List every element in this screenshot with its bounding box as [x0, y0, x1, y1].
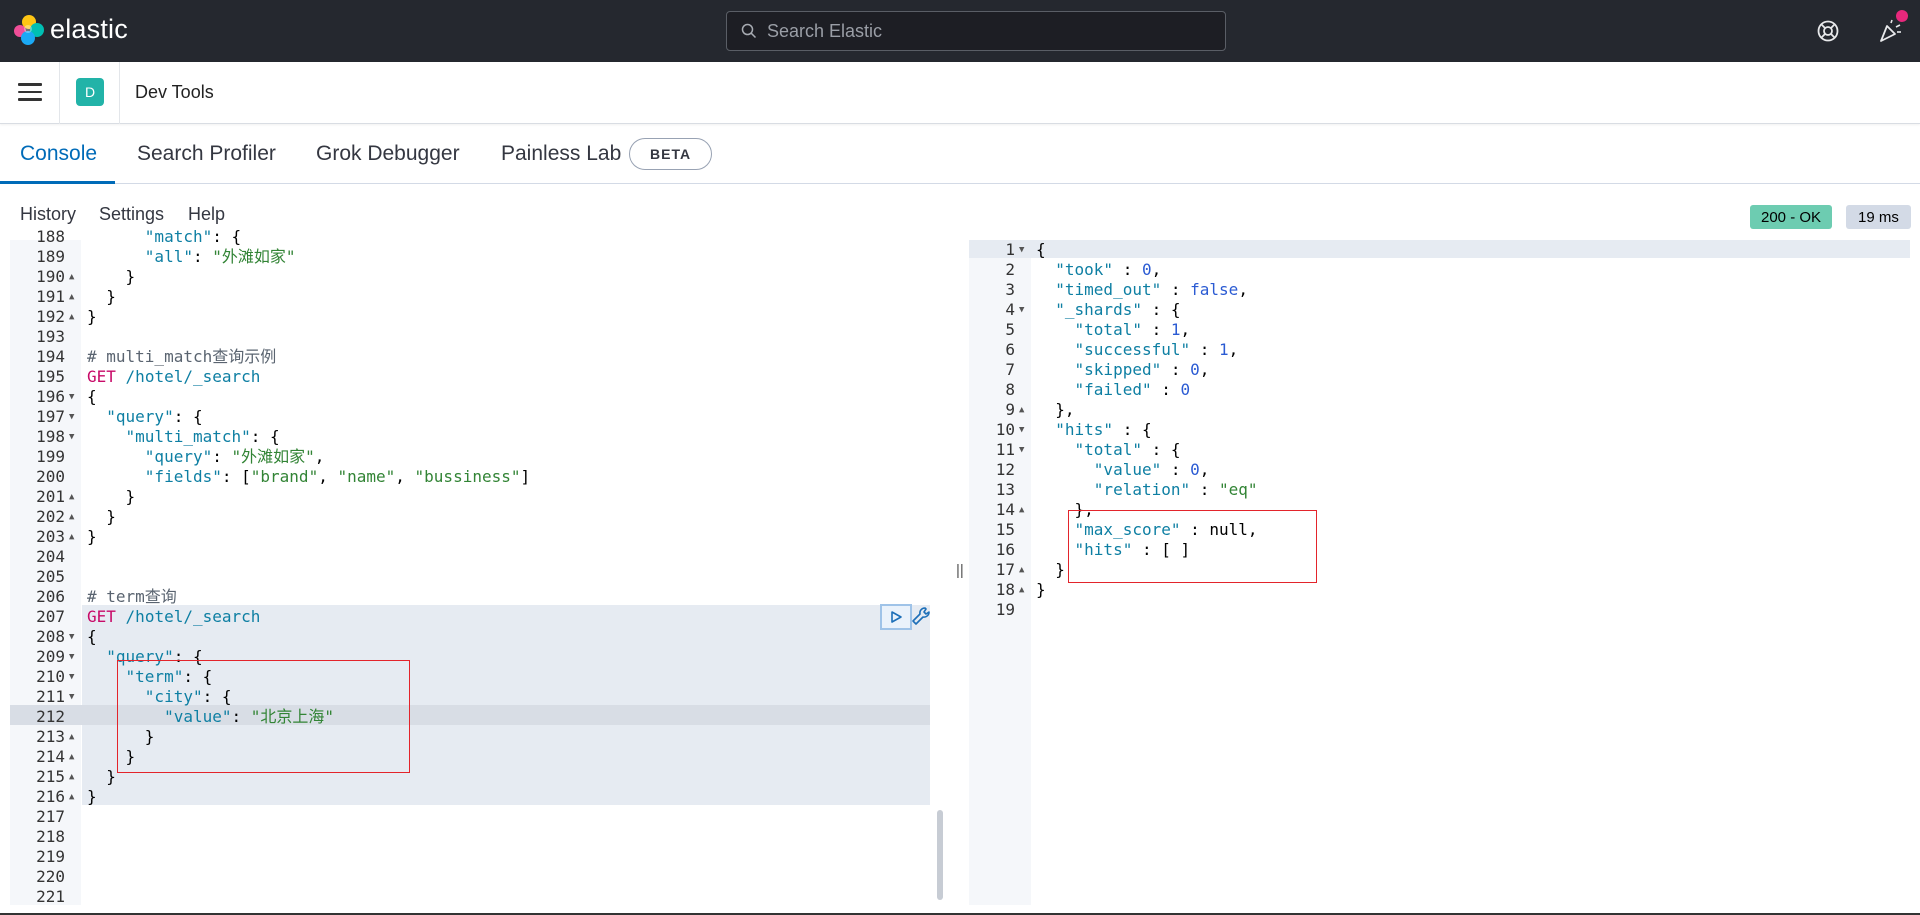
settings-link[interactable]: Settings: [99, 204, 164, 225]
help-link[interactable]: Help: [188, 204, 225, 225]
search-icon: [741, 23, 757, 39]
fold-open-icon[interactable]: ▼: [1019, 420, 1024, 440]
console-editors: 188 "match": {189 "all": "外滩如家" 190 ▲ } 191…: [0, 227, 1920, 915]
fold-close-icon[interactable]: ▲: [1019, 400, 1024, 420]
code-line[interactable]: "relation" : "eq": [1036, 480, 1258, 500]
code-line[interactable]: "timed_out" : false,: [1036, 280, 1248, 300]
tab-console[interactable]: Console: [20, 142, 97, 166]
code-line[interactable]: }: [1036, 560, 1065, 580]
code-line[interactable]: "failed" : 0: [1036, 380, 1191, 400]
line-number: 3: [1005, 280, 1015, 299]
line-number: 4: [1005, 300, 1015, 319]
history-link[interactable]: History: [20, 204, 76, 225]
space-avatar[interactable]: D: [76, 78, 104, 106]
help-lifebuoy-icon[interactable]: [1816, 19, 1840, 43]
hamburger-menu-icon[interactable]: [18, 83, 42, 103]
search-input[interactable]: [767, 20, 1207, 42]
line-number: 2: [1005, 260, 1015, 279]
line-number: 17: [995, 560, 1015, 579]
elastic-logo[interactable]: elastic: [14, 14, 128, 45]
code-line[interactable]: "value" : 0,: [1036, 460, 1210, 480]
line-number: 9: [1005, 400, 1015, 419]
code-line[interactable]: },: [1036, 400, 1074, 420]
divider: [119, 62, 120, 124]
line-number: 8: [1005, 380, 1015, 399]
code-line[interactable]: "_shards" : {: [1036, 300, 1180, 320]
line-number: 7: [1005, 360, 1015, 379]
elastic-logo-icon: [14, 14, 44, 45]
divider: [59, 62, 60, 124]
line-number: 18: [995, 580, 1015, 599]
global-search[interactable]: [726, 11, 1226, 51]
line-number: 13: [995, 480, 1015, 499]
line-number: 19: [995, 600, 1015, 619]
line-number: 12: [995, 460, 1015, 479]
line-number: 14: [995, 500, 1015, 519]
code-line[interactable]: "skipped" : 0,: [1036, 360, 1210, 380]
code-line[interactable]: "hits" : {: [1036, 420, 1151, 440]
line-number: 1: [1005, 240, 1015, 259]
code-line[interactable]: "total" : 1,: [1036, 320, 1191, 340]
brand-name: elastic: [50, 14, 128, 44]
highlight-box-hits: [1068, 510, 1317, 583]
code-line[interactable]: "took" : 0,: [1036, 260, 1161, 280]
request-time-badge: 19 ms: [1846, 205, 1911, 229]
code-line[interactable]: }: [1036, 580, 1046, 600]
breadcrumb-bar: D Dev Tools: [0, 62, 1920, 124]
status-badge: 200 - OK: [1750, 205, 1833, 229]
fold-close-icon[interactable]: ▲: [1019, 500, 1024, 520]
line-number: 6: [1005, 340, 1015, 359]
global-header: elastic: [0, 0, 1920, 62]
fold-open-icon[interactable]: ▼: [1019, 300, 1024, 320]
line-number: 5: [1005, 320, 1015, 339]
line-number: 10: [995, 420, 1015, 439]
line-number: 16: [995, 540, 1015, 559]
notification-dot: [1896, 10, 1908, 22]
line-number: 11: [995, 440, 1015, 459]
breadcrumb-dev-tools: Dev Tools: [135, 82, 214, 102]
fold-open-icon[interactable]: ▼: [1019, 240, 1024, 260]
code-line[interactable]: {: [1036, 240, 1046, 260]
fold-close-icon[interactable]: ▲: [1019, 560, 1024, 580]
fold-close-icon[interactable]: ▲: [1019, 580, 1024, 600]
dev-tools-tabs: Console Search Profiler Grok Debugger Pa…: [0, 124, 1920, 184]
code-line[interactable]: "successful" : 1,: [1036, 340, 1239, 360]
tab-grok-debugger[interactable]: Grok Debugger: [316, 142, 460, 166]
response-editor[interactable]: 1 ▼{2 "took" : 0, 3 "timed_out" : false, 4 ▼…: [0, 240, 1920, 915]
beta-badge: BETA: [629, 138, 713, 170]
tab-painless-lab[interactable]: Painless Lab: [501, 142, 621, 166]
fold-open-icon[interactable]: ▼: [1019, 440, 1024, 460]
code-line[interactable]: "total" : {: [1036, 440, 1181, 460]
line-number: 15: [995, 520, 1015, 539]
tab-search-profiler[interactable]: Search Profiler: [137, 142, 276, 166]
